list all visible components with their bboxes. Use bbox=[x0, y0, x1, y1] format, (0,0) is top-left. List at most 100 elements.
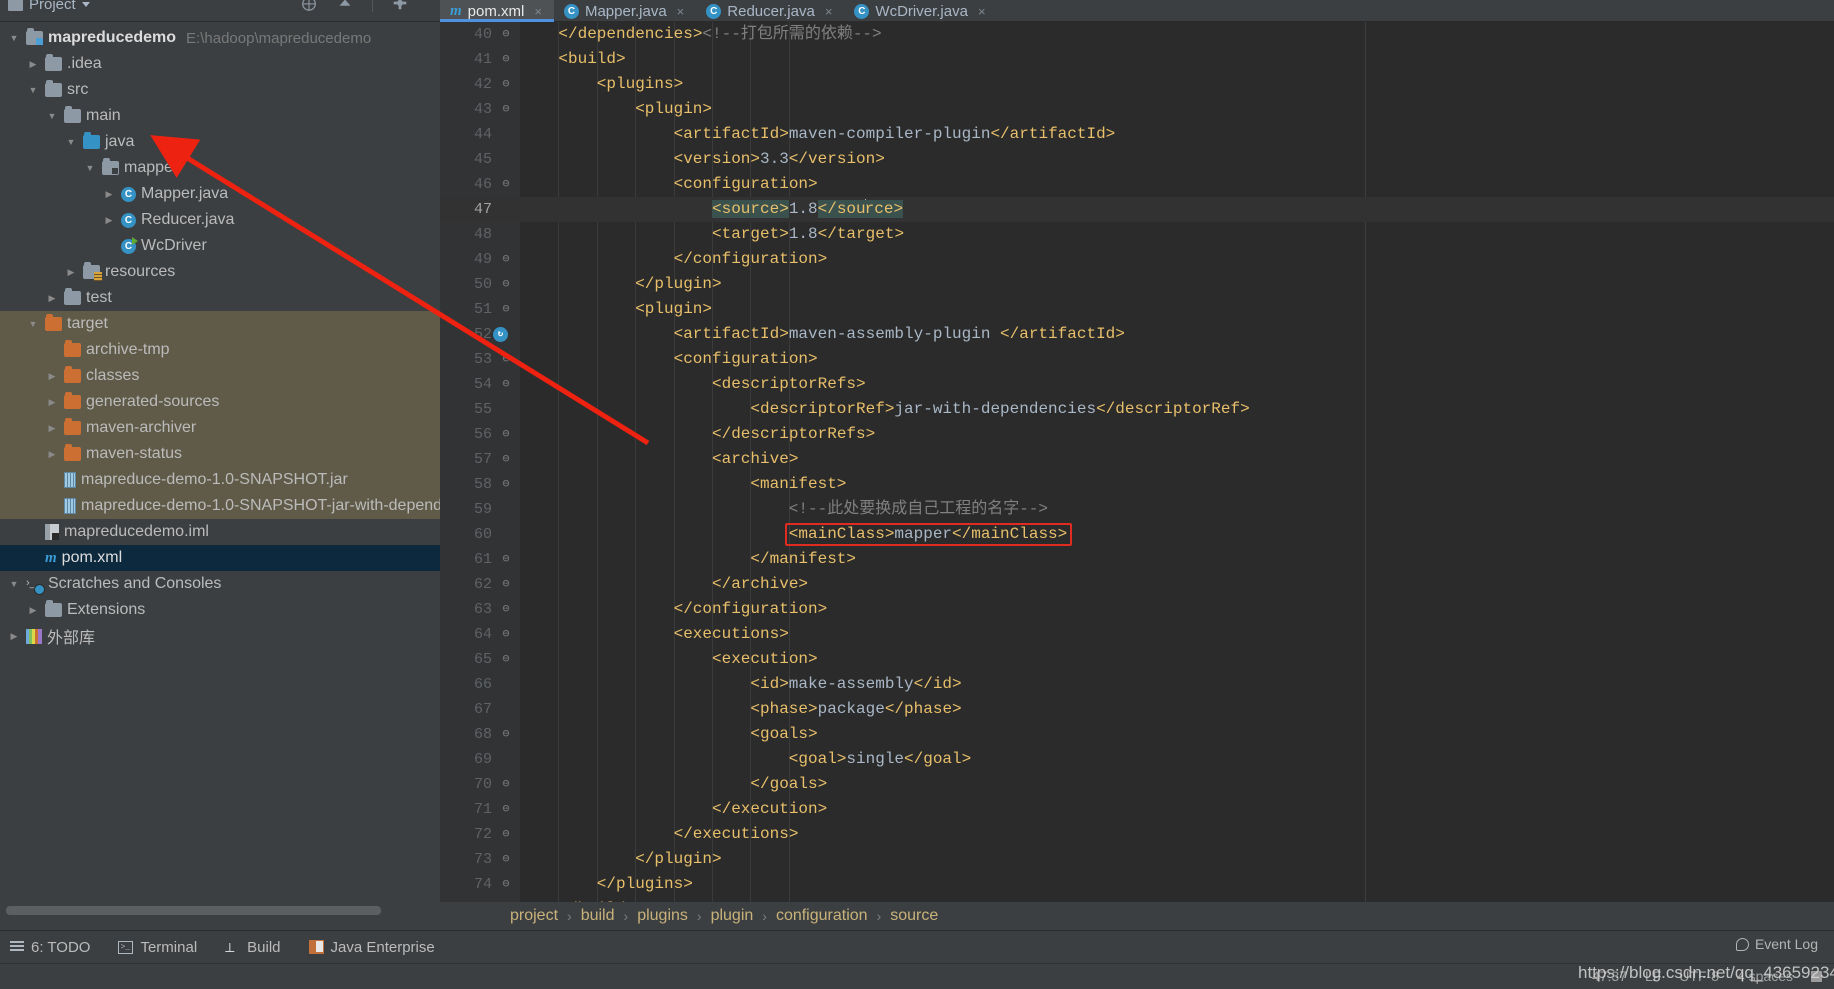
code-line[interactable]: 43 ⊖ <plugin> bbox=[474, 97, 1834, 122]
code-line[interactable]: 46 ⊖ <configuration> bbox=[474, 172, 1834, 197]
chevron-down-icon[interactable] bbox=[6, 33, 22, 43]
tree-item-src[interactable]: src bbox=[0, 77, 440, 103]
tree-item-test[interactable]: test bbox=[0, 285, 440, 311]
tree-item-scratches-and-consoles[interactable]: ›_Scratches and Consoles bbox=[0, 571, 440, 597]
fold-toggle-icon[interactable]: ⊖ bbox=[500, 22, 512, 47]
tree-item-idea[interactable]: .idea bbox=[0, 51, 440, 77]
editor-tab-mapper-java[interactable]: C Mapper.java × bbox=[554, 0, 696, 22]
editor-tab-wcdriver-java[interactable]: C WcDriver.java × bbox=[844, 0, 997, 22]
fold-toggle-icon[interactable]: ⊖ bbox=[500, 822, 512, 847]
chevron-right-icon[interactable] bbox=[44, 397, 60, 408]
tool-window-button-terminal[interactable]: >_ Terminal bbox=[118, 939, 197, 956]
code-line[interactable]: 40 ⊖ </dependencies><!--打包所需的依赖--> bbox=[474, 22, 1834, 47]
code-line[interactable]: 44 <artifactId>maven-compiler-plugin</art… bbox=[474, 122, 1834, 147]
code-line[interactable]: 57 ⊖ <archive> bbox=[474, 447, 1834, 472]
fold-toggle-icon[interactable]: ⊖ bbox=[500, 722, 512, 747]
fold-toggle-icon[interactable]: ⊖ bbox=[500, 622, 512, 647]
tree-item-maven-status[interactable]: maven-status bbox=[0, 441, 440, 467]
tree-item-mapreduce-demo-1-0-snapshot-jar-with-dependencies-jar[interactable]: mapreduce-demo-1.0-SNAPSHOT-jar-with-dep… bbox=[0, 493, 440, 519]
collapse-all-icon[interactable] bbox=[336, 0, 354, 12]
code-line[interactable]: 64 ⊖ <executions> bbox=[474, 622, 1834, 647]
chevron-right-icon[interactable] bbox=[101, 215, 117, 226]
fold-toggle-icon[interactable]: ⊖ bbox=[500, 297, 512, 322]
tree-item-pom-xml[interactable]: m pom.xml bbox=[0, 545, 440, 571]
code-line[interactable]: 71 ⊖ </execution> bbox=[474, 797, 1834, 822]
fold-toggle-icon[interactable]: ⊖ bbox=[500, 597, 512, 622]
chevron-down-icon[interactable] bbox=[81, 2, 90, 7]
gear-icon[interactable] bbox=[391, 0, 409, 12]
code-line[interactable]: 59 <!--此处要换成自己工程的名字--> bbox=[474, 497, 1834, 522]
project-tool-window-header[interactable]: Project bbox=[8, 0, 90, 13]
tree-item-main[interactable]: main bbox=[0, 103, 440, 129]
close-icon[interactable]: × bbox=[677, 4, 685, 19]
fold-toggle-icon[interactable]: ⊖ bbox=[500, 347, 512, 372]
locate-icon[interactable] bbox=[300, 0, 318, 12]
fold-toggle-icon[interactable]: ⊖ bbox=[500, 647, 512, 672]
chevron-right-icon[interactable] bbox=[63, 267, 79, 278]
chevron-down-icon[interactable] bbox=[63, 137, 79, 147]
fold-toggle-icon[interactable]: ⊖ bbox=[500, 547, 512, 572]
close-icon[interactable]: × bbox=[534, 4, 542, 19]
tool-window-button-java-enterprise[interactable]: Java Enterprise bbox=[308, 939, 435, 956]
fold-toggle-icon[interactable]: ⊖ bbox=[500, 472, 512, 497]
tree-item-generated-sources[interactable]: generated-sources bbox=[0, 389, 440, 415]
chevron-down-icon[interactable] bbox=[25, 85, 41, 95]
tool-window-button-todo[interactable]: 6: TODO bbox=[10, 939, 90, 956]
horizontal-scrollbar[interactable] bbox=[6, 906, 381, 915]
chevron-right-icon[interactable] bbox=[44, 449, 60, 460]
code-line[interactable]: 49 ⊖ </configuration> bbox=[474, 247, 1834, 272]
breadcrumb-item-project[interactable]: project bbox=[510, 907, 558, 925]
tree-item-mapreducedemo[interactable]: mapreducedemo E:\hadoop\mapreducedemo bbox=[0, 25, 440, 51]
chevron-right-icon[interactable] bbox=[44, 371, 60, 382]
fold-toggle-icon[interactable]: ⊖ bbox=[500, 172, 512, 197]
code-line[interactable]: 56 ⊖ </descriptorRefs> bbox=[474, 422, 1834, 447]
code-line[interactable]: 51 ⊖ <plugin> bbox=[474, 297, 1834, 322]
code-line[interactable]: 63 ⊖ </configuration> bbox=[474, 597, 1834, 622]
code-line[interactable]: 72 ⊖ </executions> bbox=[474, 822, 1834, 847]
chevron-right-icon[interactable] bbox=[44, 423, 60, 434]
chevron-right-icon[interactable] bbox=[44, 293, 60, 304]
code-line[interactable]: 58 ⊖ <manifest> bbox=[474, 472, 1834, 497]
code-line[interactable]: 52 ↻ <artifactId>maven-assembly-plugin </a… bbox=[474, 322, 1834, 347]
code-line[interactable]: 55 <descriptorRef>jar-with-dependencies</… bbox=[474, 397, 1834, 422]
chevron-right-icon[interactable] bbox=[6, 631, 22, 642]
code-line[interactable]: 41 ⊖ <build> bbox=[474, 47, 1834, 72]
fold-toggle-icon[interactable]: ⊖ bbox=[500, 272, 512, 297]
code-line[interactable]: 48 <target>1.8</target> bbox=[474, 222, 1834, 247]
code-line[interactable]: 50 ⊖ </plugin> bbox=[474, 272, 1834, 297]
breadcrumb-item-configuration[interactable]: configuration bbox=[776, 907, 868, 925]
tree-item-java[interactable]: java bbox=[0, 129, 440, 155]
tree-item-mapper-java[interactable]: C Mapper.java bbox=[0, 181, 440, 207]
project-tree[interactable]: mapreducedemo E:\hadoop\mapreducedemo .ide… bbox=[0, 22, 440, 649]
code-line[interactable]: 69 <goal>single</goal> bbox=[474, 747, 1834, 772]
tree-item-target[interactable]: target bbox=[0, 311, 440, 337]
breadcrumb-item-plugin[interactable]: plugin bbox=[711, 907, 754, 925]
fold-toggle-icon[interactable]: ⊖ bbox=[500, 847, 512, 872]
chevron-right-icon[interactable] bbox=[101, 189, 117, 200]
editor-tab-reducer-java[interactable]: C Reducer.java × bbox=[696, 0, 844, 22]
fold-toggle-icon[interactable]: ⊖ bbox=[500, 797, 512, 822]
editor-code-area[interactable]: 40 ⊖ </dependencies><!--打包所需的依赖--> 41 ⊖ <buil… bbox=[440, 22, 1834, 902]
breadcrumb-item-plugins[interactable]: plugins bbox=[637, 907, 688, 925]
tree-item-reducer-java[interactable]: C Reducer.java bbox=[0, 207, 440, 233]
fold-toggle-icon[interactable]: ⊖ bbox=[500, 772, 512, 797]
fold-toggle-icon[interactable]: ⊖ bbox=[500, 422, 512, 447]
editor-tab-pom-xml[interactable]: m pom.xml × bbox=[440, 0, 554, 22]
tree-item-classes[interactable]: classes bbox=[0, 363, 440, 389]
fold-toggle-icon[interactable]: ⊖ bbox=[500, 572, 512, 597]
code-line[interactable]: 47 <source>1.8</source> bbox=[440, 197, 1834, 222]
chevron-down-icon[interactable] bbox=[82, 163, 98, 173]
breadcrumb[interactable]: project › build › plugins › plugin › configurati… bbox=[440, 902, 1834, 930]
tree-item-wcdriver[interactable]: C WcDriver bbox=[0, 233, 440, 259]
chevron-right-icon[interactable] bbox=[25, 59, 41, 70]
breadcrumb-item-source[interactable]: source bbox=[890, 907, 938, 925]
code-line[interactable]: 54 ⊖ <descriptorRefs> bbox=[474, 372, 1834, 397]
fold-toggle-icon[interactable]: ⊖ bbox=[500, 372, 512, 397]
maven-goal-gutter-icon[interactable]: ↻ bbox=[493, 327, 508, 342]
code-line[interactable]: 60 <mainClass>mapper</mainClass> bbox=[474, 522, 1834, 547]
tree-item-mapreduce-demo-1-0-snapshot-jar[interactable]: mapreduce-demo-1.0-SNAPSHOT.jar bbox=[0, 467, 440, 493]
tree-item-maven-archiver[interactable]: maven-archiver bbox=[0, 415, 440, 441]
project-tool-window[interactable]: mapreducedemo E:\hadoop\mapreducedemo .ide… bbox=[0, 22, 440, 902]
tree-item-mapper[interactable]: mapper bbox=[0, 155, 440, 181]
tree-item-mapreducedemo-iml[interactable]: mapreducedemo.iml bbox=[0, 519, 440, 545]
